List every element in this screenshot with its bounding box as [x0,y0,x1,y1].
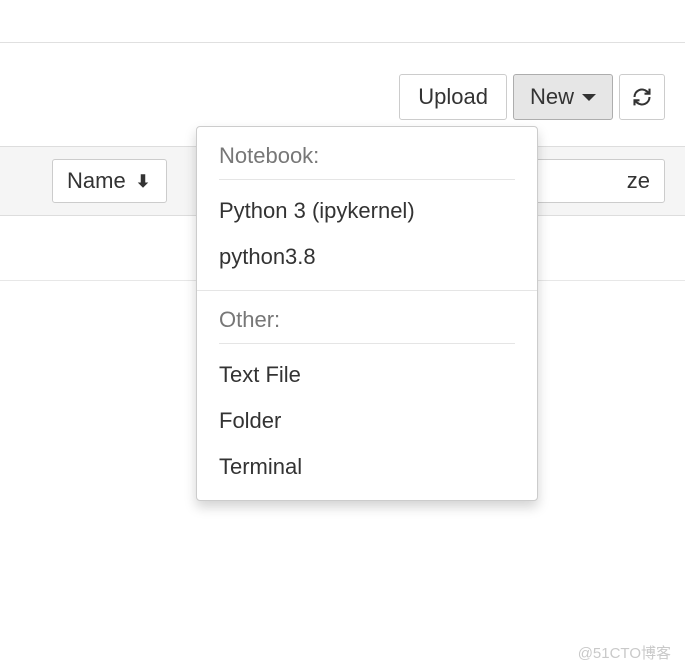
filesize-column-label: ze [627,168,650,193]
dropdown-other-header: Other: [197,301,537,337]
new-button[interactable]: New [513,74,613,120]
sort-name-button[interactable]: Name [52,159,167,203]
dropdown-item-textfile[interactable]: Text File [197,352,537,398]
dropdown-item-terminal[interactable]: Terminal [197,444,537,490]
dropdown-separator [197,290,537,291]
dropdown-divider [219,343,515,344]
arrow-down-icon [134,172,152,190]
dropdown-notebook-header: Notebook: [197,137,537,173]
sort-filesize-button[interactable]: ze [525,159,665,203]
dropdown-item-python3-ipykernel[interactable]: Python 3 (ipykernel) [197,188,537,234]
top-divider [0,42,685,43]
watermark: @51CTO博客 [578,642,671,663]
dropdown-item-python38[interactable]: python3.8 [197,234,537,280]
new-dropdown-menu: Notebook: Python 3 (ipykernel) python3.8… [196,126,538,501]
dropdown-item-folder[interactable]: Folder [197,398,537,444]
name-column-label: Name [67,168,126,194]
caret-down-icon [582,94,596,101]
upload-button[interactable]: Upload [399,74,507,120]
toolbar: Upload New [399,74,665,120]
dropdown-divider [219,179,515,180]
refresh-button[interactable] [619,74,665,120]
new-button-label: New [530,84,574,110]
refresh-icon [632,86,652,108]
